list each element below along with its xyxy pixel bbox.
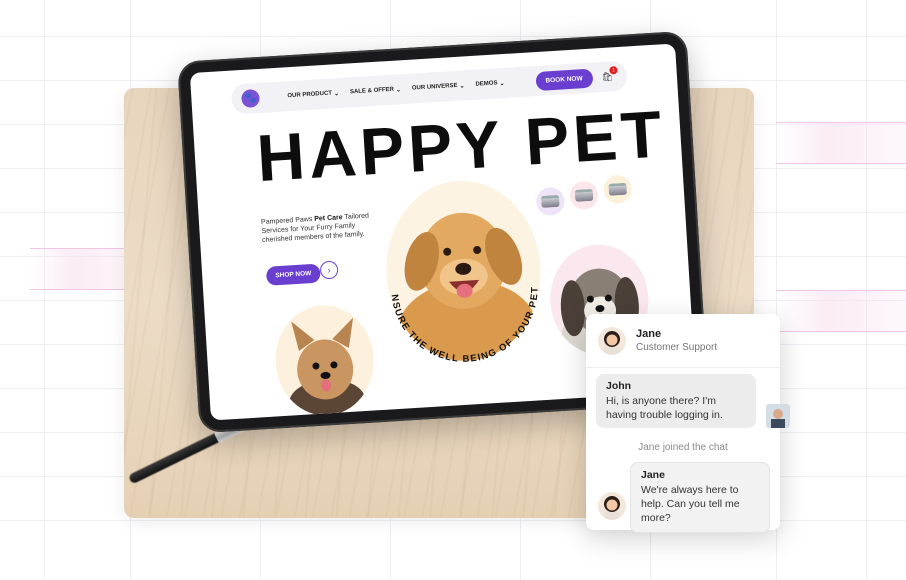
chevron-down-icon: ⌄ [395,86,402,94]
system-note: Jane joined the chat [638,442,728,453]
nav-item-our-product[interactable]: OUR PRODUCT ⌄ [287,90,339,100]
paw-logo-icon[interactable]: 🐾 [240,88,261,109]
chevron-down-icon: ⌄ [499,80,505,87]
arc-slogan: ENSURE THE WELL BEING OF YOUR PETS [372,164,545,370]
pet-food-can-icon [574,188,594,202]
user-avatar [766,404,790,428]
nav-item-demos[interactable]: DEMOS ⌄ [475,79,504,88]
arrow-right-icon[interactable]: › [319,260,339,280]
svg-text:ENSURE THE WELL BEING OF YOUR: ENSURE THE WELL BEING OF YOUR PETS [372,164,545,370]
book-now-button[interactable]: BOOK NOW [534,68,594,91]
product-thumb[interactable] [569,180,599,211]
chevron-down-icon: ⌄ [459,82,465,90]
chevron-down-icon: ⌄ [333,90,340,97]
shop-now-button[interactable]: SHOP NOW [265,263,321,286]
hero-description: Pampered Paws Pet Care Tailored Services… [260,212,370,244]
nav-item-our-universe[interactable]: OUR UNIVERSE ⌄ [412,82,465,92]
cart-count-badge: 1 [609,65,618,75]
agent-role: Customer Support [636,342,718,353]
chat-widget: Jane Customer Support John Hi, is anyone… [586,314,780,533]
cart-button[interactable]: 🛍 1 [601,65,618,83]
product-thumb[interactable] [602,174,633,205]
agent-name: Jane [636,328,662,340]
chat-header: Jane Customer Support [586,314,780,368]
agent-avatar [598,326,626,355]
chat-message-john: John Hi, is anyone there? I'm having tro… [596,374,756,429]
chat-message-jane: Jane We're always here to help. Can you … [630,462,770,533]
nav-item-sale-offer[interactable]: SALE & OFFER ⌄ [350,86,401,96]
pet-food-can-icon [608,182,628,196]
yorkie-image [272,302,377,419]
agent-avatar-small [598,492,626,520]
